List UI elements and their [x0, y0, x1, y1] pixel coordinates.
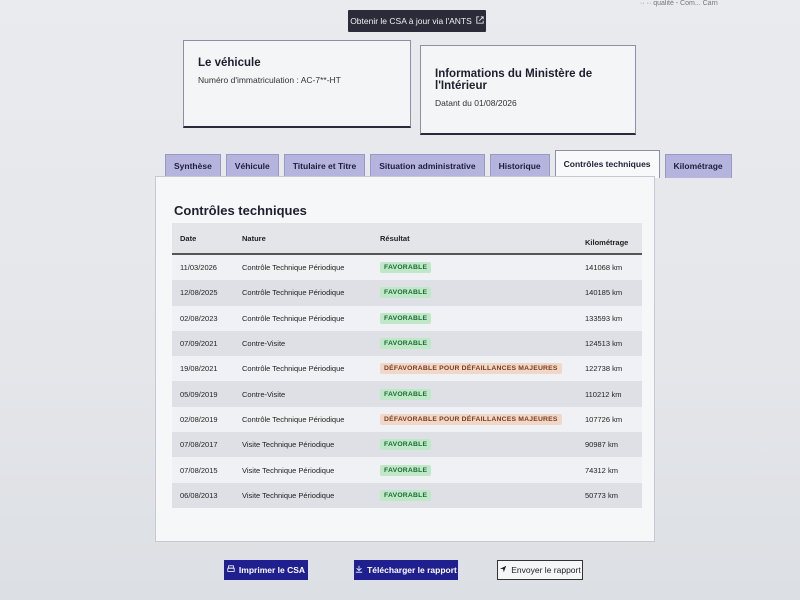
- cell-nature: Contre-Visite: [242, 389, 286, 399]
- status-badge: FAVORABLE: [380, 287, 432, 299]
- cell-km: 140185 km: [585, 288, 623, 298]
- download-report-button[interactable]: Télécharger le rapport: [354, 560, 458, 580]
- column-header-date: Date: [180, 233, 197, 243]
- cell-date: 02/08/2019: [180, 414, 218, 424]
- cell-km: 74312 km: [585, 465, 618, 475]
- cell-nature: Visite Technique Périodique: [242, 465, 335, 475]
- column-header-km: Kilométrage: [585, 237, 629, 247]
- tab-kilometrage[interactable]: Kilométrage: [664, 154, 732, 178]
- plate-number: Numéro d'immatriculation : AC-7**-HT: [198, 75, 341, 85]
- ministry-card-title: Informations du Ministère de l'Intérieur: [435, 68, 593, 92]
- cell-result: DÉFAVORABLE POUR DÉFAILLANCES MAJEURES: [372, 413, 577, 425]
- tab-situation-administrative[interactable]: Situation administrative: [370, 154, 485, 178]
- status-badge: FAVORABLE: [380, 464, 432, 476]
- cell-date: 07/09/2021: [180, 339, 218, 349]
- ministry-card: Informations du Ministère de l'Intérieur…: [420, 45, 636, 135]
- cell-result: FAVORABLE: [372, 489, 577, 501]
- table-row: 07/08/2015 Visite Technique Périodique FAV…: [172, 457, 642, 483]
- cell-date: 02/08/2023: [180, 313, 218, 323]
- cell-km: 90987 km: [585, 440, 618, 450]
- cell-km: 141068 km: [585, 263, 623, 273]
- tab-synthese[interactable]: Synthèse: [165, 154, 221, 178]
- cell-km: 122738 km: [585, 364, 623, 374]
- send-report-button[interactable]: Envoyer le rapport: [497, 560, 583, 580]
- cell-date: 12/08/2025: [180, 288, 218, 298]
- status-badge: FAVORABLE: [380, 388, 432, 400]
- print-csa-label: Imprimer le CSA: [238, 565, 306, 575]
- cell-nature: Visite Technique Périodique: [242, 440, 335, 450]
- cell-nature: Contre-Visite: [242, 339, 286, 349]
- table-row: 19/08/2021 Contrôle Technique Périodique D…: [172, 356, 642, 382]
- table-row: 11/03/2026 Contrôle Technique Périodique F…: [172, 255, 642, 281]
- browser-tab-strip: ·· ·· qualité - Com... Carn: [640, 0, 718, 7]
- print-csa-button[interactable]: Imprimer le CSA: [224, 560, 308, 580]
- tab-controles-techniques[interactable]: Contrôles techniques: [554, 150, 660, 178]
- status-badge: DÉFAVORABLE POUR DÉFAILLANCES MAJEURES: [380, 363, 562, 375]
- cell-date: 07/08/2017: [180, 440, 218, 450]
- cell-date: 11/03/2026: [180, 263, 217, 273]
- cell-date: 07/08/2015: [180, 465, 218, 475]
- cell-date: 19/08/2021: [180, 364, 218, 374]
- cell-km: 50773 km: [585, 490, 618, 500]
- section-title: Contrôles techniques: [174, 203, 307, 218]
- vehicle-card-title: Le véhicule: [198, 57, 261, 69]
- table-body: 11/03/2026 Contrôle Technique Périodique F…: [172, 255, 642, 508]
- cell-km: 110212 km: [585, 389, 622, 399]
- download-icon: [355, 565, 363, 575]
- cell-nature: Contrôle Technique Périodique: [242, 414, 345, 424]
- get-csa-button[interactable]: Obtenir le CSA à jour via l'ANTS: [348, 10, 486, 32]
- cell-result: FAVORABLE: [372, 287, 577, 299]
- cell-nature: Visite Technique Périodique: [242, 490, 335, 500]
- status-badge: FAVORABLE: [380, 312, 432, 324]
- table-row: 02/08/2023 Contrôle Technique Périodique F…: [172, 305, 642, 331]
- column-header-nature: Nature: [242, 233, 266, 243]
- cell-result: FAVORABLE: [372, 262, 577, 274]
- table-header: Date Nature Résultat Kilométrage: [172, 223, 642, 255]
- cell-nature: Contrôle Technique Périodique: [242, 288, 345, 298]
- cell-date: 06/08/2013: [180, 490, 218, 500]
- action-bar: Imprimer le CSA Télécharger le rapport E…: [0, 560, 800, 584]
- vehicle-card: Le véhicule Numéro d'immatriculation : A…: [183, 40, 411, 128]
- content-panel: Contrôles techniques Date Nature Résulta…: [155, 176, 655, 542]
- cell-nature: Contrôle Technique Périodique: [242, 364, 345, 374]
- status-badge: FAVORABLE: [380, 489, 432, 501]
- send-report-label: Envoyer le rapport: [511, 565, 581, 575]
- csa-button-label: Obtenir le CSA à jour via l'ANTS: [350, 16, 472, 26]
- table-row: 06/08/2013 Visite Technique Périodique FAV…: [172, 482, 642, 508]
- cell-result: DÉFAVORABLE POUR DÉFAILLANCES MAJEURES: [372, 363, 577, 375]
- status-badge: FAVORABLE: [380, 338, 432, 350]
- inspections-table: Date Nature Résultat Kilométrage 11/03/2…: [172, 223, 642, 508]
- table-row: 05/09/2019 Contre-Visite FAVORABLE 110212 k…: [172, 381, 642, 407]
- tab-titulaire-titre[interactable]: Titulaire et Titre: [283, 154, 366, 178]
- cell-result: FAVORABLE: [372, 439, 577, 451]
- download-report-label: Télécharger le rapport: [367, 565, 457, 575]
- cell-result: FAVORABLE: [372, 464, 577, 476]
- external-link-icon: [476, 16, 484, 26]
- cell-km: 124513 km: [585, 339, 623, 349]
- cell-km: 133593 km: [585, 313, 623, 323]
- cell-date: 05/09/2019: [180, 389, 218, 399]
- printer-icon: [227, 565, 235, 575]
- cell-result: FAVORABLE: [372, 338, 577, 350]
- tab-bar: Synthèse Véhicule Titulaire et Titre Sit…: [165, 148, 732, 178]
- status-badge: FAVORABLE: [380, 439, 432, 451]
- status-badge: FAVORABLE: [380, 262, 432, 274]
- cell-nature: Contrôle Technique Périodique: [242, 263, 345, 273]
- status-badge: DÉFAVORABLE POUR DÉFAILLANCES MAJEURES: [380, 413, 562, 425]
- tab-historique[interactable]: Historique: [489, 154, 550, 178]
- ministry-date: Datant du 01/08/2026: [435, 98, 517, 108]
- table-row: 12/08/2025 Contrôle Technique Périodique F…: [172, 280, 642, 306]
- cell-result: FAVORABLE: [372, 388, 577, 400]
- cell-km: 107726 km: [585, 414, 623, 424]
- table-row: 02/08/2019 Contrôle Technique Périodique D…: [172, 406, 642, 433]
- tab-vehicule[interactable]: Véhicule: [225, 154, 279, 178]
- send-icon: [499, 565, 507, 575]
- column-header-result: Résultat: [380, 233, 410, 243]
- cell-nature: Contrôle Technique Périodique: [242, 313, 345, 323]
- cell-result: FAVORABLE: [372, 312, 577, 324]
- table-row: 07/08/2017 Visite Technique Périodique FAV…: [172, 432, 642, 458]
- table-row: 07/09/2021 Contre-Visite FAVORABLE 124513 k…: [172, 330, 642, 357]
